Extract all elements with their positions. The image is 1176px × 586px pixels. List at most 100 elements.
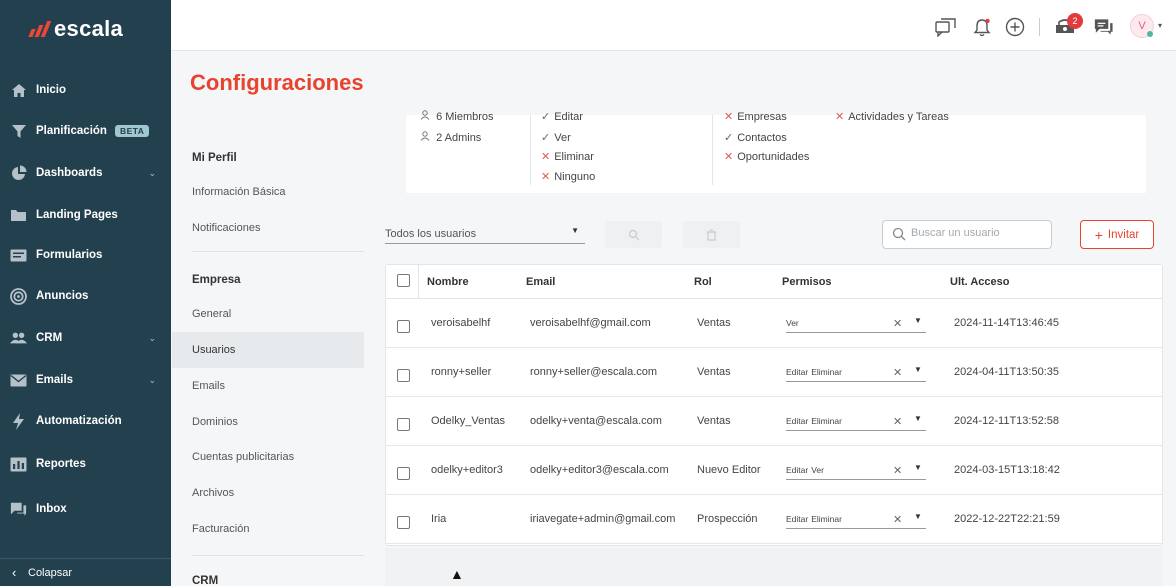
cell-email: odelky+editor3@escala.com xyxy=(530,464,669,476)
user-search-box[interactable] xyxy=(882,220,1052,249)
cross-icon: ✕ xyxy=(724,151,734,163)
table-row[interactable]: ronny+seller ronny+seller@escala.com Ven… xyxy=(386,348,1162,397)
caret-down-icon[interactable]: ▼ xyxy=(914,316,922,325)
menu-item-usuarios[interactable]: Usuarios xyxy=(192,344,235,356)
header-rol[interactable]: Rol xyxy=(694,276,712,288)
sidebar-item-inbox[interactable]: Inbox xyxy=(0,495,171,523)
user-filter-select[interactable]: Todos los usuarios ▼ xyxy=(385,224,585,244)
header-permisos[interactable]: Permisos xyxy=(782,276,832,288)
chevron-down-icon[interactable]: ⌄ xyxy=(148,375,156,386)
cross-icon: ✕ xyxy=(724,111,734,123)
sidebar-item-planificacion[interactable]: Planificación BETA xyxy=(0,117,171,145)
sidebar-item-landing-pages[interactable]: Landing Pages xyxy=(0,201,171,229)
table-row[interactable]: Odelky_Ventas odelky+venta@escala.com Ve… xyxy=(386,397,1162,446)
escala-logo[interactable]: escala xyxy=(28,16,124,42)
clear-icon[interactable]: ✕ xyxy=(893,317,902,330)
permissions-select[interactable]: Editar Eliminar ✕ ▼ xyxy=(786,362,926,382)
header-nombre[interactable]: Nombre xyxy=(427,276,469,288)
clear-icon[interactable]: ✕ xyxy=(893,366,902,379)
add-circle-icon[interactable] xyxy=(1004,16,1026,38)
collapse-label: Colapsar xyxy=(28,566,73,579)
header-ult-acceso[interactable]: Ult. Acceso xyxy=(950,276,1010,288)
search-icon xyxy=(892,227,906,246)
module-oportunidades: ✕ Oportunidades xyxy=(724,150,809,163)
sidebar-item-reportes[interactable]: Reportes xyxy=(0,450,171,478)
menu-item-general[interactable]: General xyxy=(192,308,231,320)
menu-item-cuentas-publicitarias[interactable]: Cuentas publicitarias xyxy=(192,451,294,463)
menu-item-facturacion[interactable]: Facturación xyxy=(192,523,249,535)
row-checkbox[interactable] xyxy=(397,418,410,431)
table-row[interactable]: odelky+editor3 odelky+editor3@escala.com… xyxy=(386,446,1162,495)
select-all-checkbox[interactable] xyxy=(397,274,410,287)
beta-badge: BETA xyxy=(114,125,150,137)
permissions-select[interactable]: Ver ✕ ▼ xyxy=(786,313,926,333)
cell-last-access: 2024-11-14T13:46:45 xyxy=(954,317,1059,329)
menu-item-archivos[interactable]: Archivos xyxy=(192,487,234,499)
clear-icon[interactable]: ✕ xyxy=(893,513,902,526)
header-divider xyxy=(418,265,419,299)
bar-chart-icon xyxy=(10,456,27,473)
users-icon xyxy=(10,330,27,347)
permissions-select[interactable]: Editar Eliminar ✕ ▼ xyxy=(786,509,926,529)
permission-chip: Editar xyxy=(786,367,809,377)
sidebar: escala Inicio Planificación BETA Dashboar… xyxy=(0,0,171,586)
filter-button-disabled[interactable] xyxy=(605,221,662,248)
row-checkbox[interactable] xyxy=(397,369,410,382)
menu-item-informacion-basica[interactable]: Información Básica xyxy=(192,186,286,198)
caret-down-icon[interactable]: ▼ xyxy=(914,463,922,472)
user-icon xyxy=(420,131,436,144)
chevron-down-icon[interactable]: ▾ xyxy=(1158,21,1162,30)
sidebar-item-automatizacion[interactable]: Automatización xyxy=(0,407,171,435)
sidebar-item-emails[interactable]: Emails ⌄ xyxy=(0,366,171,394)
cell-email: ronny+seller@escala.com xyxy=(530,366,658,378)
sidebar-item-crm[interactable]: CRM ⌄ xyxy=(0,324,171,352)
check-icon: ✓ xyxy=(724,132,734,144)
invite-button[interactable]: + Invitar xyxy=(1080,220,1154,249)
plus-icon: + xyxy=(1094,226,1103,243)
sidebar-item-anuncios[interactable]: Anuncios xyxy=(0,282,171,310)
card-divider xyxy=(712,115,713,185)
bell-icon[interactable] xyxy=(971,16,993,38)
chevron-down-icon[interactable]: ⌄ xyxy=(148,333,156,344)
cell-name: veroisabelhf xyxy=(431,317,491,329)
cell-last-access: 2024-04-11T13:50:35 xyxy=(954,366,1059,378)
menu-section-crm: CRM xyxy=(192,575,219,586)
table-row[interactable]: veroisabelhf veroisabelhf@gmail.com Vent… xyxy=(386,299,1162,348)
caret-down-icon[interactable]: ▼ xyxy=(914,365,922,374)
user-filter-value: Todos los usuarios xyxy=(385,228,477,240)
sidebar-item-inicio[interactable]: Inicio xyxy=(0,76,171,104)
search-input[interactable] xyxy=(911,227,1046,239)
clear-icon[interactable]: ✕ xyxy=(893,415,902,428)
clear-icon[interactable]: ✕ xyxy=(893,464,902,477)
feedback-icon[interactable] xyxy=(934,16,956,38)
cell-email: odelky+venta@escala.com xyxy=(530,415,662,427)
permissions-select[interactable]: Editar Eliminar ✕ ▼ xyxy=(786,411,926,431)
logo-text: escala xyxy=(54,16,124,41)
menu-item-notificaciones[interactable]: Notificaciones xyxy=(192,222,260,234)
menu-item-dominios[interactable]: Dominios xyxy=(192,416,238,428)
permissions-select[interactable]: Editar Ver ✕ ▼ xyxy=(786,460,926,480)
delete-button-disabled[interactable] xyxy=(683,221,740,248)
menu-item-emails[interactable]: Emails xyxy=(192,380,225,392)
cell-name: Odelky_Ventas xyxy=(431,415,505,427)
check-icon: ✓ xyxy=(541,111,551,123)
chevron-down-icon[interactable]: ⌄ xyxy=(148,168,156,179)
settings-menu: Mi Perfil Información Básica Notificacio… xyxy=(172,115,372,586)
permission-chip: Ver xyxy=(786,318,799,328)
row-checkbox[interactable] xyxy=(397,467,410,480)
collapse-sidebar-button[interactable]: ‹ Colapsar xyxy=(0,558,171,586)
sidebar-item-dashboards[interactable]: Dashboards ⌄ xyxy=(0,159,171,187)
caret-down-icon[interactable]: ▼ xyxy=(914,414,922,423)
row-checkbox[interactable] xyxy=(397,320,410,333)
caret-down-icon[interactable]: ▼ xyxy=(914,512,922,521)
form-icon xyxy=(10,247,27,264)
row-checkbox[interactable] xyxy=(397,516,410,529)
mouse-cursor-icon: ▲ xyxy=(450,566,464,582)
permission-chip: Editar xyxy=(786,416,809,426)
header-email[interactable]: Email xyxy=(526,276,555,288)
bolt-icon xyxy=(10,412,27,430)
sidebar-item-formularios[interactable]: Formularios xyxy=(0,241,171,269)
module-actividades-text: Actividades y Tareas xyxy=(848,111,949,123)
table-row[interactable]: Iria iriavegate+admin@gmail.com Prospecc… xyxy=(386,495,1162,544)
support-chat-icon[interactable] xyxy=(1092,16,1114,38)
